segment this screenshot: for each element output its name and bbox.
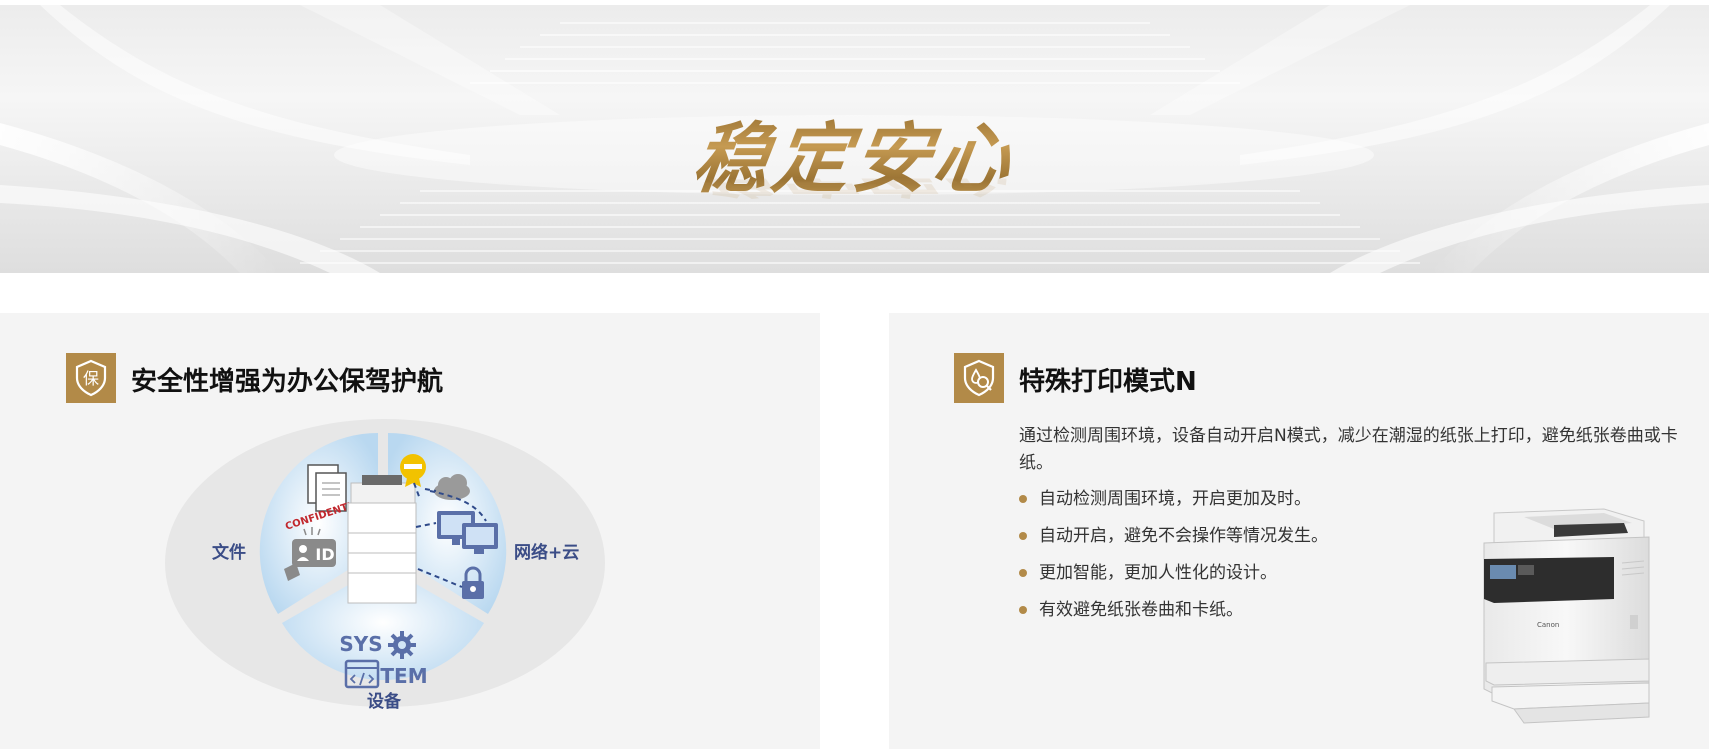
feature-list: 自动检测周围环境，开启更加及时。 自动开启，避免不会操作等情况发生。 更加智能，… xyxy=(1019,487,1328,635)
list-item: 自动开启，避免不会操作等情况发生。 xyxy=(1019,524,1328,561)
svg-text:保: 保 xyxy=(83,369,99,388)
printer-brand: Canon xyxy=(1537,621,1559,629)
security-feature-card: 保 安全性增强为办公保驾护航 CONFIDENTIAL ID SYS TEM 文… xyxy=(0,313,820,749)
sys-label: SYS xyxy=(339,632,382,656)
bullet-dot xyxy=(1019,569,1027,577)
printer-icon xyxy=(347,475,417,604)
print-mode-description: 通过检测周围环境，设备自动开启N模式，减少在潮湿的纸张上打印，避免纸张卷曲或卡纸… xyxy=(1019,426,1678,473)
list-item: 更加智能，更加人性化的设计。 xyxy=(1019,561,1328,598)
diagram-label-device: 设备 xyxy=(367,692,401,712)
svg-text:ID: ID xyxy=(315,545,334,564)
bullet-dot xyxy=(1019,532,1027,540)
hero-banner: 稳定安心 稳定安心 xyxy=(0,5,1709,273)
security-diagram: CONFIDENTIAL ID SYS TEM xyxy=(165,419,605,707)
security-title: 安全性增强为办公保驾护航 xyxy=(131,367,444,397)
printer-product-image: Canon xyxy=(1483,508,1650,724)
gear-icon xyxy=(388,631,416,659)
tem-label: TEM xyxy=(380,664,427,688)
water-search-icon xyxy=(954,353,1004,403)
special-print-mode-card: 特殊打印模式N 通过检测周围环境，设备自动开启N模式，减少在潮湿的纸张上打印，避… xyxy=(889,313,1709,749)
print-mode-title: 特殊打印模式N xyxy=(1019,367,1197,397)
bullet-dot xyxy=(1019,495,1027,503)
banner-title-reflection: 稳定安心 xyxy=(0,179,1709,212)
bullet-dot xyxy=(1019,606,1027,614)
shield-icon: 保 xyxy=(66,353,116,403)
diagram-label-network-cloud: 网络+云 xyxy=(514,543,580,563)
list-item: 有效避免纸张卷曲和卡纸。 xyxy=(1019,598,1328,635)
diagram-label-files: 文件 xyxy=(212,543,246,563)
list-item: 自动检测周围环境，开启更加及时。 xyxy=(1019,487,1328,524)
